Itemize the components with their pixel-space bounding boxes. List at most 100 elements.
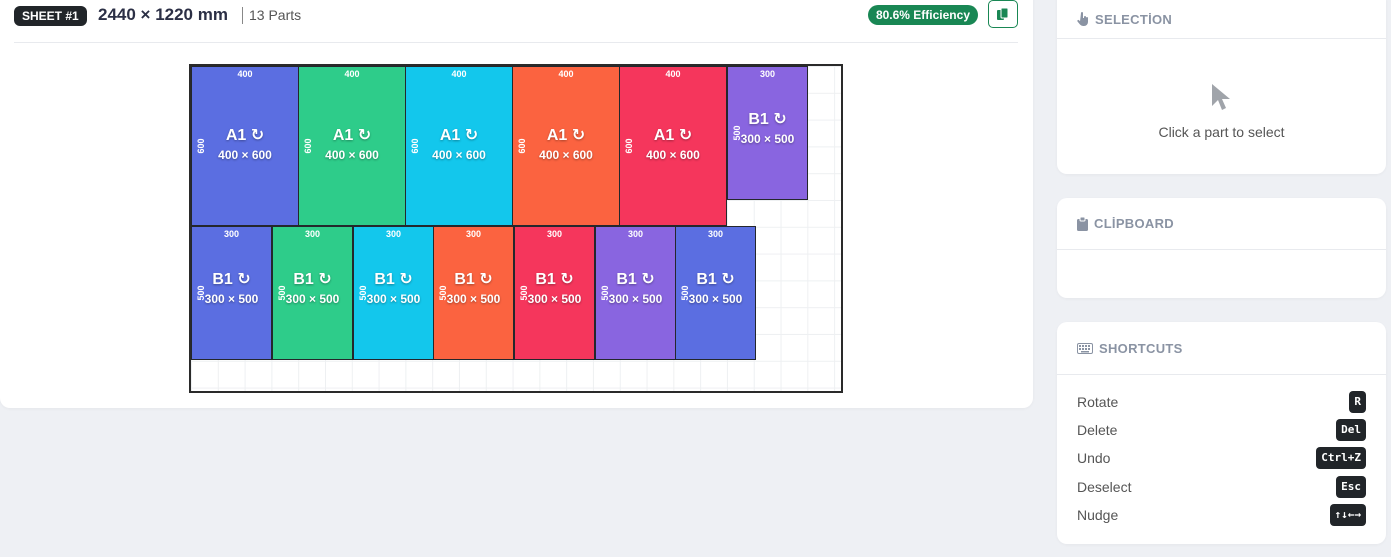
part-size: 400 × 600 (539, 148, 593, 162)
sheet-header: SHEET #1 2440 × 1220 mm 13 Parts 80.6% E… (14, 0, 1018, 43)
part-width-label: 300 (385, 229, 402, 239)
part-name: B1 ↻ (535, 271, 574, 288)
efficiency-badge: 80.6% Efficiency (867, 5, 978, 25)
part-size: 300 × 500 (285, 292, 340, 306)
part-width-label: 300 (759, 69, 776, 79)
part-size: 400 × 600 (646, 148, 700, 162)
part-width-label: 400 (558, 69, 574, 79)
shortcut-label: Deselect (1077, 479, 1132, 495)
shortcut-key: Del (1336, 419, 1366, 441)
sheet-card: SHEET #1 2440 × 1220 mm 13 Parts 80.6% E… (0, 0, 1033, 408)
part-name: B1 ↻ (696, 271, 735, 288)
part-6[interactable]: 300 500 B1 ↻ 300 × 500 (727, 66, 808, 200)
part-11[interactable]: 300 500 B1 ↻ 300 × 500 (514, 226, 595, 360)
selection-card: SELECTİON Click a part to select (1057, 0, 1386, 174)
shortcuts-card: SHORTCUTS Rotate R Delete Del Undo Ctrl+… (1057, 322, 1386, 544)
shortcuts-header: SHORTCUTS (1057, 322, 1386, 375)
part-9[interactable]: 300 500 B1 ↻ 300 × 500 (353, 226, 434, 360)
part-2[interactable]: 400 600 A1 ↻ 400 × 600 (298, 66, 406, 226)
part-center: B1 ↻ 300 × 500 (515, 269, 594, 306)
part-center: B1 ↻ 300 × 500 (354, 269, 433, 306)
shortcut-label: Delete (1077, 422, 1118, 438)
part-1[interactable]: 400 600 A1 ↻ 400 × 600 (191, 66, 299, 226)
part-width-label: 400 (665, 69, 681, 79)
part-width-label: 400 (451, 69, 467, 79)
part-12[interactable]: 300 500 B1 ↻ 300 × 500 (595, 226, 676, 360)
part-name: A1 ↻ (332, 127, 372, 144)
shortcut-row-deselect: Deselect Esc (1077, 476, 1366, 500)
part-center: B1 ↻ 300 × 500 (596, 269, 675, 306)
shortcut-row-rotate: Rotate R (1077, 391, 1366, 415)
part-4[interactable]: 400 600 A1 ↻ 400 × 600 (512, 66, 620, 226)
shortcut-key: Esc (1336, 476, 1366, 498)
keyboard-icon (1077, 342, 1093, 354)
shortcut-row-undo: Undo Ctrl+Z (1077, 447, 1366, 471)
clipboard-header: CLİPBOARD (1057, 198, 1386, 250)
part-width-label: 300 (707, 229, 724, 239)
part-name: A1 ↻ (653, 127, 693, 144)
part-width-label: 300 (465, 229, 482, 239)
part-name: B1 ↻ (454, 271, 493, 288)
part-name: B1 ↻ (616, 271, 655, 288)
part-size: 300 × 500 (366, 292, 421, 306)
selection-header: SELECTİON (1057, 0, 1386, 39)
pointer-hand-icon (1077, 12, 1088, 26)
sheet-badge: SHEET #1 (14, 6, 87, 26)
part-name: A1 ↻ (439, 127, 479, 144)
clipboard-title: CLİPBOARD (1094, 216, 1174, 231)
part-width-label: 300 (304, 229, 321, 239)
part-size: 400 × 600 (432, 148, 486, 162)
shortcut-label: Undo (1077, 450, 1111, 466)
clipboard-icon (1077, 216, 1088, 231)
part-center: A1 ↻ 400 × 600 (406, 125, 512, 162)
part-name: A1 ↻ (225, 127, 265, 144)
copy-icon (997, 7, 1009, 20)
part-3[interactable]: 400 600 A1 ↻ 400 × 600 (405, 66, 513, 226)
part-size: 300 × 500 (204, 292, 259, 306)
part-name: A1 ↻ (546, 127, 586, 144)
shortcut-row-delete: Delete Del (1077, 419, 1366, 443)
part-size: 400 × 600 (218, 148, 272, 162)
part-name: B1 ↻ (212, 271, 251, 288)
part-center: A1 ↻ 400 × 600 (192, 125, 298, 162)
part-name: B1 ↻ (748, 111, 787, 128)
shortcut-key: Ctrl+Z (1316, 447, 1366, 469)
part-width-label: 400 (237, 69, 253, 79)
part-name: B1 ↻ (293, 271, 332, 288)
part-center: B1 ↻ 300 × 500 (434, 269, 513, 306)
selection-title: SELECTİON (1095, 11, 1173, 27)
part-center: A1 ↻ 400 × 600 (299, 125, 405, 162)
part-size: 400 × 600 (325, 148, 379, 162)
part-width-label: 300 (627, 229, 644, 239)
part-center: A1 ↻ 400 × 600 (513, 125, 619, 162)
clipboard-card: CLİPBOARD (1057, 198, 1386, 298)
cursor-arrow-icon (1212, 84, 1230, 110)
part-center: A1 ↻ 400 × 600 (620, 125, 726, 162)
part-center: B1 ↻ 300 × 500 (273, 269, 352, 306)
copy-button[interactable] (988, 0, 1018, 28)
cutting-sheet[interactable]: 400 600 A1 ↻ 400 × 600 400 600 A1 ↻ 400 × 600 40… (189, 64, 843, 393)
part-13[interactable]: 300 500 B1 ↻ 300 × 500 (675, 226, 756, 360)
part-size: 300 × 500 (527, 292, 582, 306)
part-5[interactable]: 400 600 A1 ↻ 400 × 600 (619, 66, 727, 226)
sheet-dimensions: 2440 × 1220 mm (98, 5, 228, 24)
part-width-label: 300 (223, 229, 240, 239)
selection-empty-text: Click a part to select (1158, 124, 1285, 140)
part-7[interactable]: 300 500 B1 ↻ 300 × 500 (191, 226, 272, 360)
part-width-label: 400 (344, 69, 360, 79)
shortcut-label: Rotate (1077, 394, 1119, 410)
part-size: 300 × 500 (740, 132, 795, 146)
part-center: B1 ↻ 300 × 500 (676, 269, 755, 306)
shortcut-label: Nudge (1077, 507, 1119, 523)
part-size: 300 × 500 (446, 292, 501, 306)
shortcut-key: R (1349, 391, 1366, 413)
parts-count: 13 Parts (242, 7, 301, 24)
part-width-label: 300 (546, 229, 563, 239)
part-name: B1 ↻ (374, 271, 413, 288)
part-10[interactable]: 300 500 B1 ↻ 300 × 500 (433, 226, 514, 360)
part-center: B1 ↻ 300 × 500 (728, 109, 807, 146)
part-size: 300 × 500 (608, 292, 663, 306)
part-size: 300 × 500 (688, 292, 743, 306)
part-8[interactable]: 300 500 B1 ↻ 300 × 500 (272, 226, 353, 360)
shortcut-row-nudge: Nudge ↑↓←→ (1077, 504, 1366, 528)
